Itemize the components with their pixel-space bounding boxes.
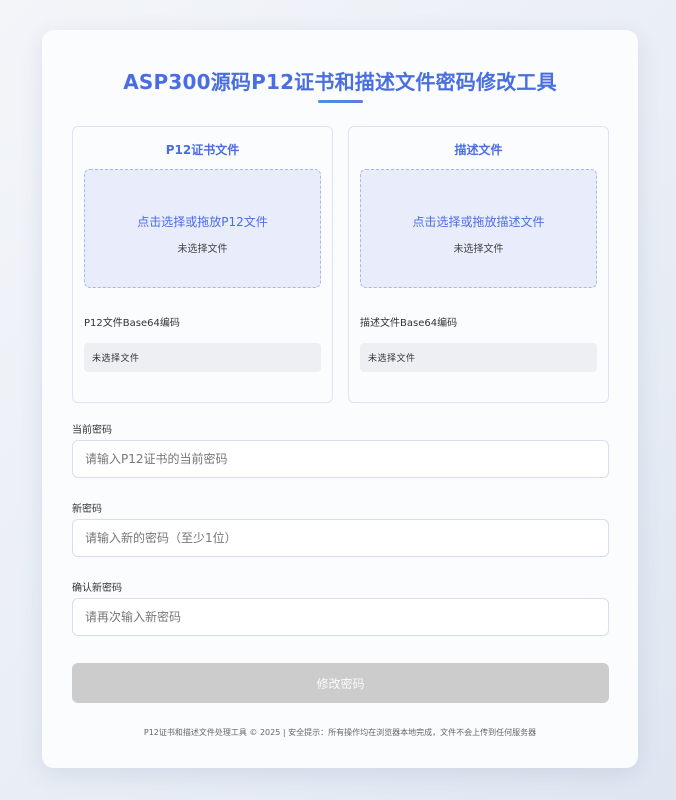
profile-base64-output[interactable]: 未选择文件 bbox=[360, 343, 597, 372]
profile-base64-label: 描述文件Base64编码 bbox=[360, 318, 458, 329]
p12-dropzone[interactable]: 点击选择或拖放P12文件 未选择文件 bbox=[84, 169, 321, 288]
p12-base64-output[interactable]: 未选择文件 bbox=[84, 343, 321, 372]
p12-file-status: 未选择文件 bbox=[177, 244, 228, 255]
current-password-label: 当前密码 bbox=[72, 425, 112, 436]
main-card: ASP300源码P12证书和描述文件密码修改工具 P12证书文件 点击选择或拖放… bbox=[42, 30, 638, 768]
change-password-button[interactable]: 修改密码 bbox=[72, 663, 609, 703]
confirm-password-label: 确认新密码 bbox=[72, 583, 122, 594]
p12-dropzone-text: 点击选择或拖放P12文件 bbox=[137, 215, 268, 229]
new-password-field[interactable] bbox=[72, 519, 609, 557]
confirm-password-field[interactable] bbox=[72, 598, 609, 636]
p12-base64-label: P12文件Base64编码 bbox=[84, 318, 180, 329]
profile-dropzone[interactable]: 点击选择或拖放描述文件 未选择文件 bbox=[360, 169, 597, 288]
p12-panel: P12证书文件 点击选择或拖放P12文件 未选择文件 P12文件Base64编码… bbox=[72, 126, 333, 403]
profile-dropzone-text: 点击选择或拖放描述文件 bbox=[412, 215, 545, 229]
page-title: ASP300源码P12证书和描述文件密码修改工具 bbox=[123, 70, 557, 94]
p12-panel-title: P12证书文件 bbox=[165, 143, 240, 157]
title-underline bbox=[318, 100, 363, 103]
footer-note: P12证书和描述文件处理工具 © 2025 | 安全提示：所有操作均在浏览器本地… bbox=[143, 728, 537, 737]
current-password-field[interactable] bbox=[72, 440, 609, 478]
profile-panel: 描述文件 点击选择或拖放描述文件 未选择文件 描述文件Base64编码 未选择文… bbox=[348, 126, 609, 403]
profile-file-status: 未选择文件 bbox=[453, 244, 504, 255]
profile-panel-title: 描述文件 bbox=[454, 143, 503, 157]
new-password-label: 新密码 bbox=[72, 504, 102, 515]
